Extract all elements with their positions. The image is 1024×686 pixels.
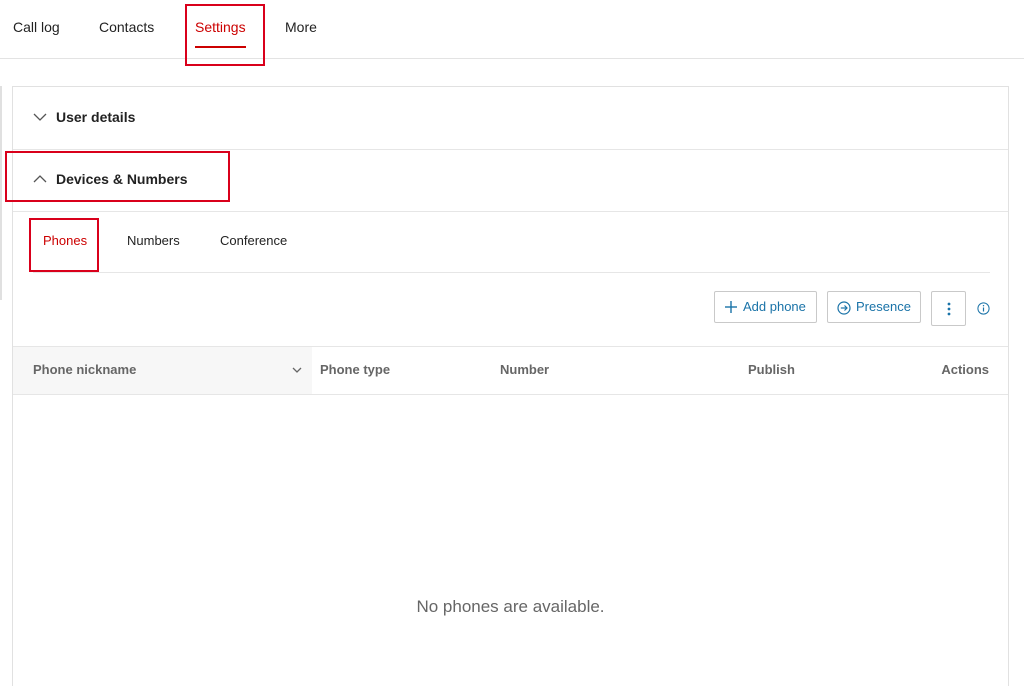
more-options-button[interactable] (931, 291, 966, 326)
left-panel-edge (0, 86, 2, 300)
tab-contacts[interactable]: Contacts (99, 0, 154, 56)
accordion-devices-numbers-label: Devices & Numbers (56, 171, 188, 187)
empty-state-message: No phones are available. (416, 597, 605, 616)
presence-button[interactable]: Presence (827, 291, 921, 323)
add-phone-button[interactable]: Add phone (714, 291, 817, 323)
top-navigation: Call log Contacts Settings More (0, 0, 1024, 59)
settings-panel: User details Devices & Numbers Phones Nu… (12, 86, 1009, 686)
accordion-user-details-label: User details (56, 109, 136, 125)
sort-chevron-down-icon[interactable] (291, 364, 303, 376)
tab-settings-label: Settings (195, 19, 246, 35)
column-header-publish: Publish (748, 362, 795, 377)
chevron-down-icon (33, 113, 47, 121)
phones-table-header: Phone nickname Phone type Number Publish… (13, 346, 1008, 395)
column-header-number: Number (500, 362, 550, 377)
subtab-conference[interactable]: Conference (220, 211, 287, 271)
subtab-phones[interactable]: Phones (43, 211, 87, 271)
info-icon[interactable] (977, 302, 990, 315)
column-header-phone-nickname[interactable]: Phone nickname (33, 347, 136, 393)
subtab-numbers[interactable]: Numbers (127, 211, 180, 271)
tab-more[interactable]: More (285, 0, 317, 56)
tab-settings[interactable]: Settings (185, 0, 265, 56)
devices-subtabs: Phones Numbers Conference (33, 211, 990, 273)
presence-label: Presence (856, 299, 911, 314)
column-header-phone-type: Phone type (320, 362, 391, 377)
arrow-circle-right-icon (837, 301, 851, 315)
vertical-dots-icon (947, 302, 951, 316)
chevron-up-icon (33, 175, 47, 183)
plus-icon (725, 301, 737, 313)
column-header-actions: Actions (941, 362, 989, 377)
tab-call-log[interactable]: Call log (13, 0, 60, 56)
accordion-devices-numbers[interactable]: Devices & Numbers (13, 149, 1008, 212)
accordion-user-details[interactable]: User details (13, 87, 1008, 150)
add-phone-label: Add phone (743, 299, 806, 314)
active-tab-indicator (195, 46, 246, 48)
